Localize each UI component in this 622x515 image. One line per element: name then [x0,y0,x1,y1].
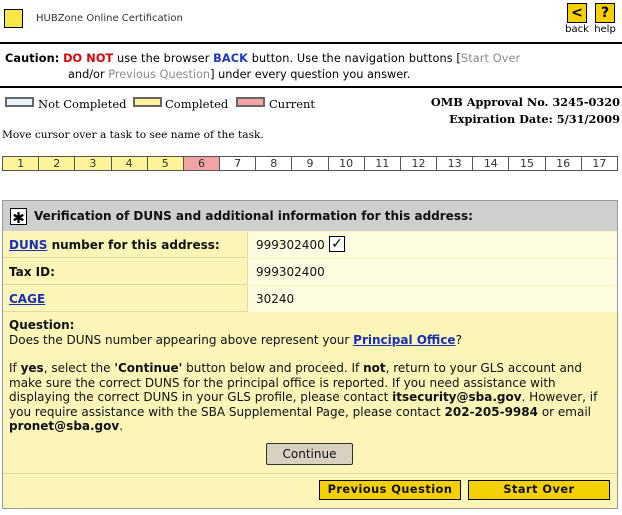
instr-not: not [363,361,386,375]
caution-prev-question: Previous Question [108,68,211,81]
help-label: help [594,24,616,35]
bottom-divider [3,473,617,474]
duns-row: DUNS number for this address: 999302400 … [3,232,617,258]
back-button[interactable]: < back [565,3,589,35]
support-phone: 202-205-9984 [444,404,538,419]
principal-office-link[interactable]: Principal Office [353,333,455,347]
cage-value-cell: 30240 [247,286,617,312]
question-block: Question: Does the DUNS number appearing… [9,318,613,434]
panel-header: ✱ Verification of DUNS and additional in… [3,201,617,231]
cage-value: 30240 [256,292,295,306]
caution-prefix: Caution: [5,52,60,65]
app-title: HUBZone Online Certification [36,13,183,24]
question-text: Does the DUNS number appearing above rep… [9,333,613,348]
task-cell-16[interactable]: 16 [545,157,582,170]
itsecurity-email: itsecurity@sba.gov [392,390,522,404]
caution-text: Caution: DO NOT use the browser BACK but… [5,52,520,65]
help-button[interactable]: ? help [593,3,617,35]
cage-link[interactable]: CAGE [9,292,45,306]
previous-question-button[interactable]: Previous Question [319,480,461,500]
cage-row: CAGE 30240 [3,286,617,312]
task-cell-7[interactable]: 7 [220,157,257,170]
duns-label: DUNS number for this address: [9,238,220,252]
task-cell-8[interactable]: 8 [256,157,293,170]
task-cell-11[interactable]: 11 [364,157,401,170]
start-over-button[interactable]: Start Over [468,480,610,500]
instr-part: . [119,419,124,433]
tax-value: 999302400 [256,265,325,279]
caution-text-part: use the browser [117,52,210,65]
task-cell-1[interactable]: 1 [3,157,40,170]
duns-checkbox[interactable]: ✓ [329,236,345,252]
tax-label: Tax ID: [9,265,55,279]
pronet-email: pronet@sba.gov [9,419,120,433]
legend-label-not-completed: Not Completed [38,97,127,111]
back-label: back [565,24,589,35]
task-progress-bar: 1 2 3 4 5 6 7 8 9 10 11 12 13 14 15 16 17 [2,156,618,171]
instr-part: button below and proceed. If [186,361,360,375]
task-cell-3[interactable]: 3 [75,157,112,170]
question-text-part: Does the DUNS number appearing above rep… [9,332,350,347]
app-logo [4,9,23,28]
verification-panel: ✱ Verification of DUNS and additional in… [2,200,618,509]
legend-swatch-current [236,97,265,107]
header-divider [0,42,622,44]
question-text-part: ? [455,332,462,347]
asterisk-icon: ✱ [10,208,27,227]
task-cell-15[interactable]: 15 [509,157,546,170]
caution-text-part: ] under every question you answer. [210,68,411,81]
instructions-text: If yes, select the 'Continue' button bel… [9,361,613,434]
legend-label-completed: Completed [165,97,229,111]
caution-text-part: and/or [68,68,105,81]
task-cell-9[interactable]: 9 [292,157,329,170]
duns-link[interactable]: DUNS [9,238,47,252]
tax-row: Tax ID: 999302400 [3,259,617,285]
legend-swatch-completed [133,97,162,107]
instr-yes: yes [20,361,44,375]
caution-do-not: DO NOT [63,52,114,65]
omb-expiration: Expiration Date: 5/31/2009 [449,112,620,126]
duns-value-cell: 999302400 ✓ [247,232,617,258]
continue-button[interactable]: Continue [266,443,353,465]
omb-approval: OMB Approval No. 3245-0320 [430,95,620,109]
task-hint: Move cursor over a task to see name of t… [2,129,264,141]
legend-label-current: Current [269,97,316,111]
question-heading: Question: [9,318,75,332]
panel-title: Verification of DUNS and additional info… [34,209,473,223]
task-cell-2[interactable]: 2 [39,157,76,170]
task-cell-5[interactable]: 5 [147,157,184,170]
instr-continue: 'Continue' [114,361,183,375]
help-question-icon: ? [595,3,615,23]
legend-swatch-not-completed [5,97,34,107]
caution-start-over: Start Over [460,52,521,65]
task-cell-17[interactable]: 17 [581,157,617,170]
task-cell-13[interactable]: 13 [437,157,474,170]
task-cell-4[interactable]: 4 [111,157,148,170]
caution-text-line2: and/or Previous Question] under every qu… [68,68,410,81]
duns-value: 999302400 [256,238,325,252]
task-cell-10[interactable]: 10 [328,157,365,170]
task-cell-12[interactable]: 12 [400,157,438,170]
caution-text-part: button. Use the navigation buttons [ [251,52,461,65]
caution-back-word: BACK [213,52,248,65]
instr-part: , select the [43,361,111,375]
task-cell-6[interactable]: 6 [183,157,221,170]
caution-divider [0,86,622,88]
duns-label-text: number for this address: [47,238,220,252]
instr-part: If [9,361,17,375]
task-cell-14[interactable]: 14 [473,157,510,170]
back-arrow-icon: < [567,3,587,23]
cage-label: CAGE [9,292,45,306]
tax-value-cell: 999302400 [247,259,617,285]
instr-part: or email [541,404,591,419]
